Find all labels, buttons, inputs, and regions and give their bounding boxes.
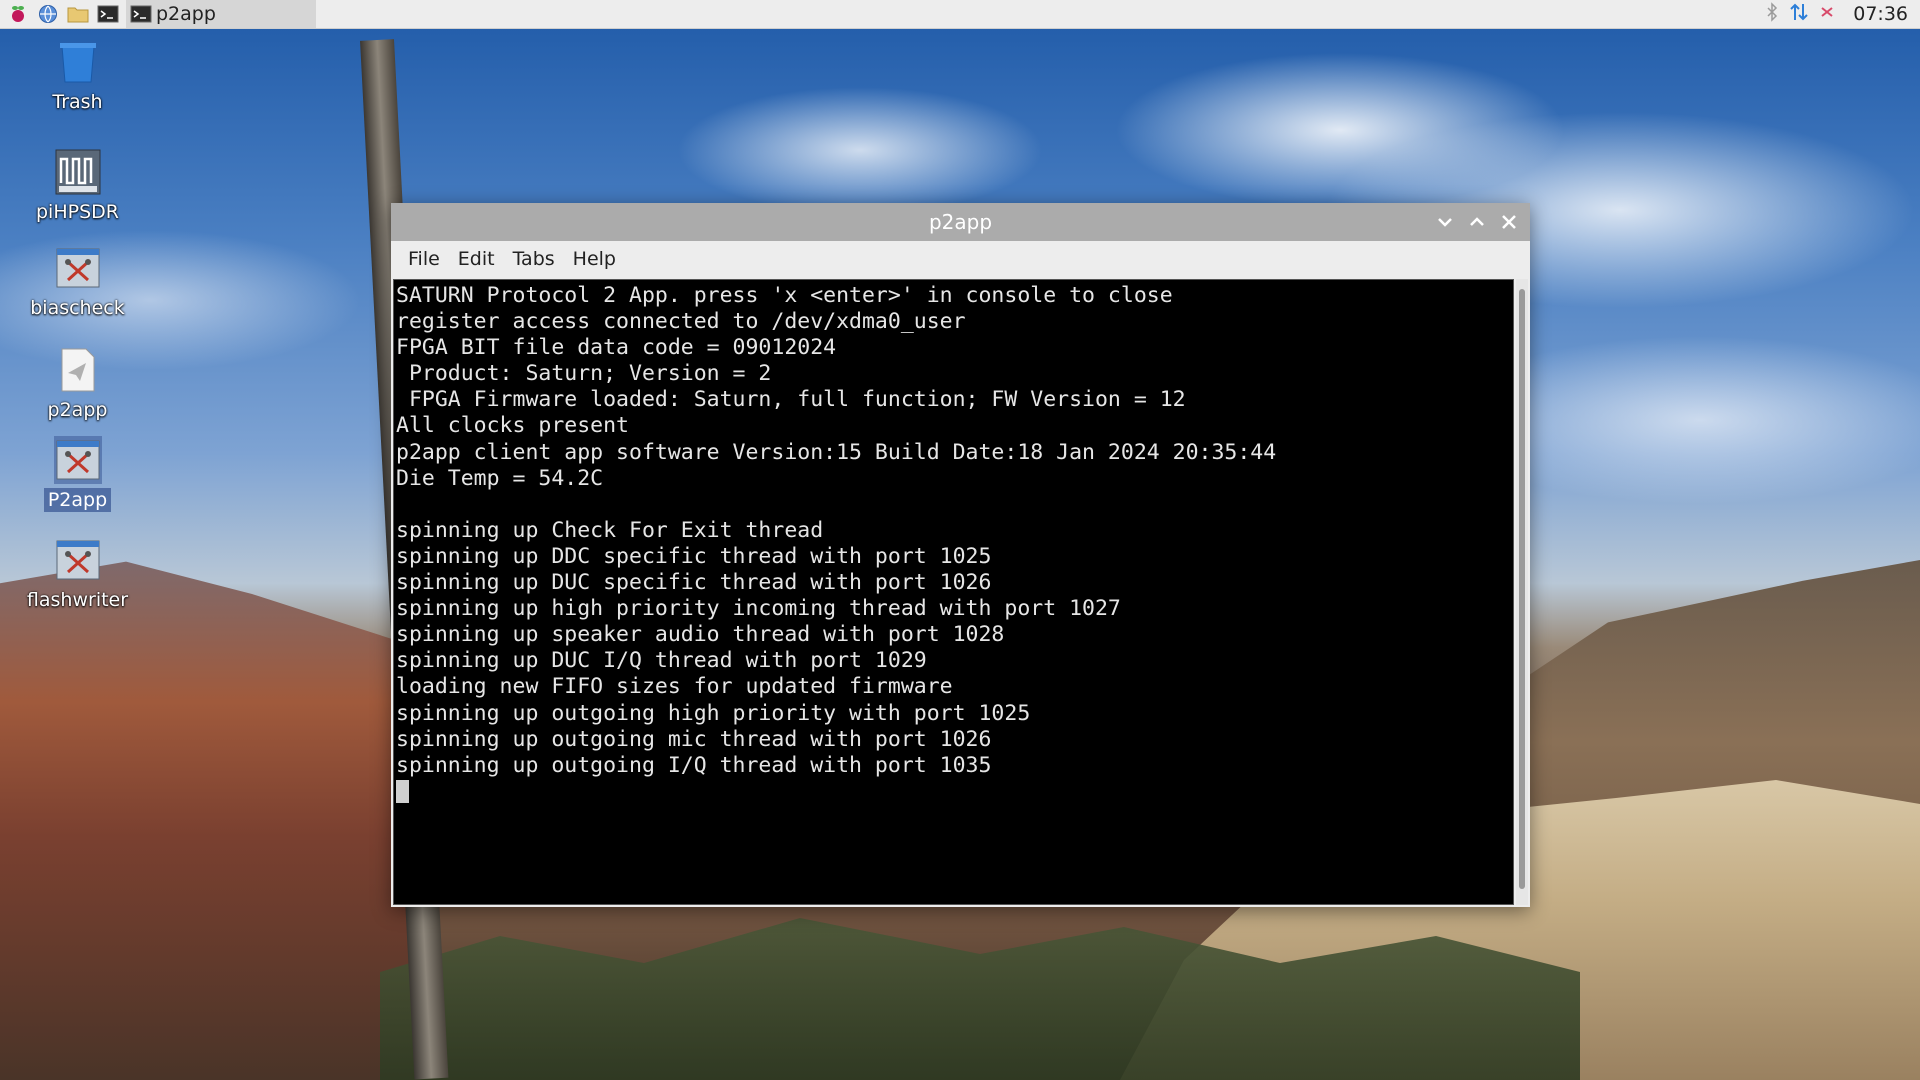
terminal-icon	[130, 5, 152, 23]
desktop-icon-flashwriter[interactable]: flashwriter	[10, 536, 145, 612]
terminal-output[interactable]: SATURN Protocol 2 App. press 'x <enter>'…	[393, 279, 1514, 905]
terminal-line: All clocks present	[396, 413, 629, 439]
menu-tabs[interactable]: Tabs	[504, 248, 564, 270]
volume-muted-icon[interactable]	[1819, 2, 1835, 26]
pihpsdr-icon	[54, 148, 102, 196]
terminal-line: spinning up high priority incoming threa…	[396, 596, 1121, 622]
desktop-icon-label: p2app	[47, 399, 108, 421]
terminal-line: spinning up outgoing mic thread with por…	[396, 726, 992, 752]
minimize-button[interactable]	[1432, 209, 1458, 235]
scrollbar-thumb[interactable]	[1519, 289, 1525, 889]
menu-edit[interactable]: Edit	[449, 248, 504, 270]
file-manager-icon[interactable]	[66, 2, 90, 26]
terminal-icon[interactable]	[96, 2, 120, 26]
tool-icon	[54, 536, 102, 584]
terminal-line: Product: Saturn; Version = 2	[396, 361, 772, 387]
terminal-line: spinning up outgoing high priority with …	[396, 700, 1031, 726]
window-titlebar[interactable]: p2app	[391, 203, 1530, 241]
clock[interactable]: 07:36	[1853, 3, 1908, 25]
chevron-up-icon	[1470, 217, 1484, 226]
raspberry-menu-icon[interactable]	[6, 2, 30, 26]
terminal-line: spinning up DUC I/Q thread with port 102…	[396, 648, 927, 674]
tool-icon	[53, 436, 102, 484]
terminal-line: register access connected to /dev/xdma0_…	[396, 309, 966, 335]
desktop-icon-p2app[interactable]: p2app	[10, 346, 145, 422]
terminal-line: FPGA BIT file data code = 09012024	[396, 335, 837, 361]
text-cursor	[396, 780, 409, 804]
bluetooth-icon[interactable]	[1765, 2, 1779, 26]
web-browser-icon[interactable]	[36, 2, 60, 26]
taskbar-task-p2app[interactable]: p2app	[126, 0, 316, 28]
terminal-line: loading new FIFO sizes for updated firmw…	[396, 674, 953, 700]
terminal-line: FPGA Firmware loaded: Saturn, full funct…	[396, 387, 1186, 413]
close-icon	[1502, 215, 1516, 229]
menu-help[interactable]: Help	[564, 248, 625, 270]
desktop-icon-biascheck[interactable]: biascheck	[10, 244, 145, 320]
desktop-icon-label: biascheck	[30, 297, 125, 319]
menu-file[interactable]: File	[399, 248, 449, 270]
maximize-button[interactable]	[1464, 209, 1490, 235]
desktop-icon-pihpsdr[interactable]: piHPSDR	[10, 148, 145, 224]
network-icon[interactable]	[1789, 2, 1809, 26]
menubar: File Edit Tabs Help	[391, 241, 1530, 277]
desktop-icon-label: flashwriter	[26, 589, 129, 611]
terminal-line: spinning up speaker audio thread with po…	[396, 622, 1005, 648]
canyon-scenery	[0, 561, 420, 1080]
paper-plane-icon	[54, 346, 102, 394]
close-button[interactable]	[1496, 209, 1522, 235]
terminal-line: Die Temp = 54.2C	[396, 465, 604, 491]
terminal-line: p2app client app software Version:15 Bui…	[396, 439, 1277, 465]
desktop-icon-label: Trash	[52, 91, 103, 113]
terminal-scrollbar[interactable]	[1516, 279, 1528, 905]
desktop-icon-p2app-selected[interactable]: P2app	[10, 436, 145, 512]
terminal-line: SATURN Protocol 2 App. press 'x <enter>'…	[396, 283, 1173, 308]
desktop-icon-label: piHPSDR	[36, 201, 119, 223]
system-tray: 07:36	[1765, 0, 1920, 28]
terminal-line: spinning up Check For Exit thread	[396, 517, 824, 543]
terminal-line: spinning up DUC specific thread with por…	[396, 570, 992, 596]
terminal-window: p2app File Edit Tabs Help SATURN Protoco…	[391, 203, 1530, 907]
desktop-icon-label: P2app	[43, 488, 112, 512]
desktop-icon-trash[interactable]: Trash	[10, 38, 145, 114]
tool-icon	[54, 244, 102, 292]
chevron-down-icon	[1438, 218, 1452, 227]
task-label: p2app	[156, 3, 216, 25]
window-title: p2app	[928, 210, 993, 234]
terminal-cursor-line	[396, 779, 1511, 805]
terminal-line: spinning up outgoing I/Q thread with por…	[396, 752, 992, 778]
taskbar: p2app 07:36	[0, 0, 1920, 29]
terminal-line: spinning up DDC specific thread with por…	[396, 543, 992, 569]
trash-icon	[54, 38, 102, 86]
